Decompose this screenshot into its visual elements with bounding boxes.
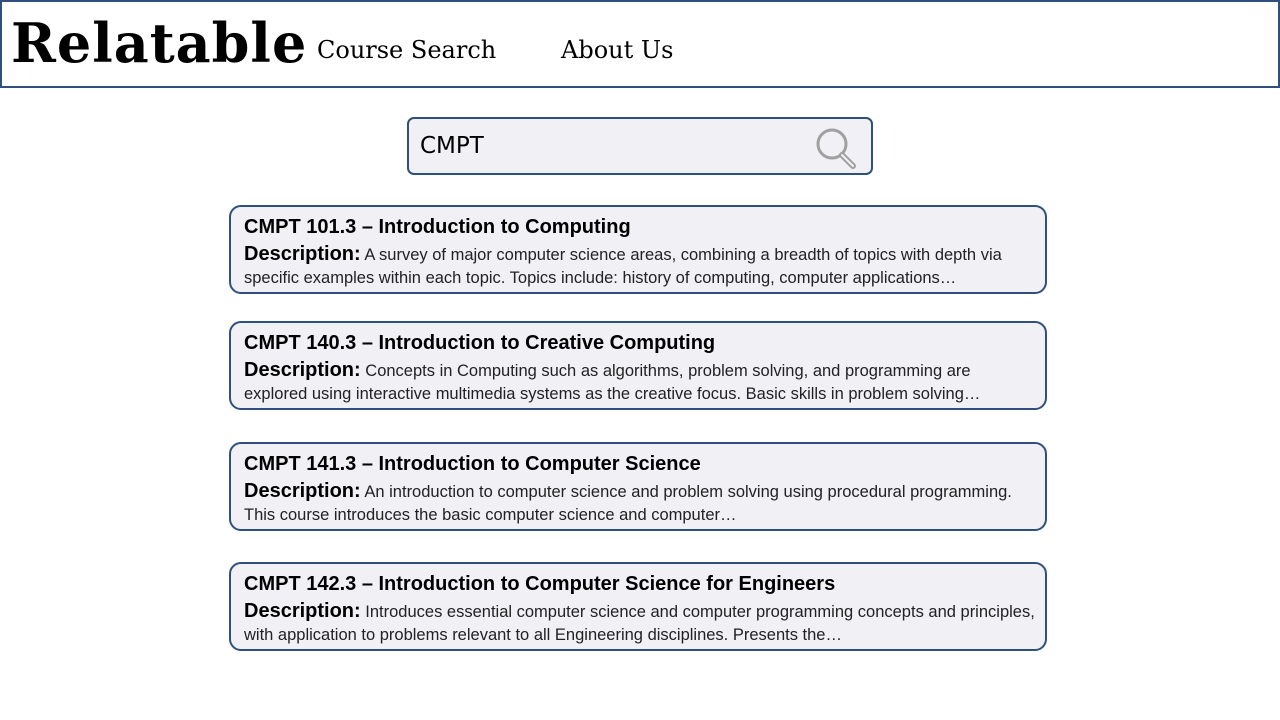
course-result-card[interactable]: CMPT 101.3 – Introduction to Computing D… xyxy=(229,205,1047,294)
course-result-card[interactable]: CMPT 141.3 – Introduction to Computer Sc… xyxy=(229,442,1047,531)
nav-course-search[interactable]: Course Search xyxy=(317,36,496,64)
site-logo[interactable]: Relatable xyxy=(11,6,307,80)
description-label: Description: xyxy=(244,359,361,381)
search-input[interactable] xyxy=(420,127,800,165)
description-text: Introduces essential computer science an… xyxy=(244,603,1035,644)
magnifier-icon[interactable] xyxy=(813,126,859,172)
course-result-card[interactable]: CMPT 140.3 – Introduction to Creative Co… xyxy=(229,321,1047,410)
course-title[interactable]: CMPT 101.3 – Introduction to Computing xyxy=(244,216,631,239)
course-title[interactable]: CMPT 140.3 – Introduction to Creative Co… xyxy=(244,332,715,355)
nav-about-us[interactable]: About Us xyxy=(561,36,673,64)
course-result-card[interactable]: CMPT 142.3 – Introduction to Computer Sc… xyxy=(229,562,1047,651)
description-label: Description: xyxy=(244,600,361,622)
description-label: Description: xyxy=(244,480,361,502)
site-header: Relatable Course Search About Us xyxy=(0,0,1280,88)
description-label: Description: xyxy=(244,243,361,265)
course-title[interactable]: CMPT 142.3 – Introduction to Computer Sc… xyxy=(244,573,835,596)
search-box xyxy=(407,117,873,175)
course-description: Description: An introduction to computer… xyxy=(244,480,1036,527)
course-description: Description: A survey of major computer … xyxy=(244,243,1036,290)
course-title[interactable]: CMPT 141.3 – Introduction to Computer Sc… xyxy=(244,453,701,476)
course-description: Description: Concepts in Computing such … xyxy=(244,359,1036,406)
course-description: Description: Introduces essential comput… xyxy=(244,600,1036,647)
